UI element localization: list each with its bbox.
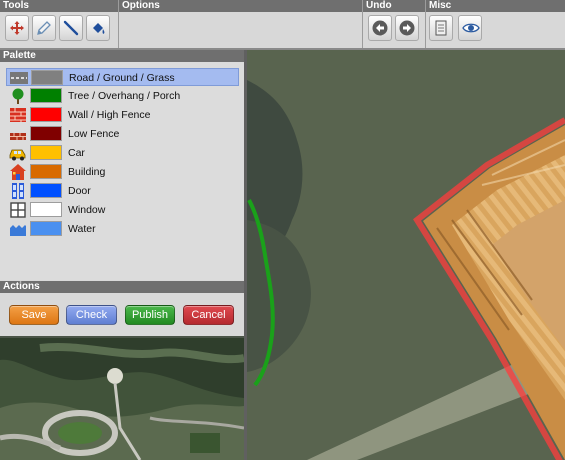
palette-item-water[interactable]: Water: [6, 220, 239, 238]
palette-item-label: Wall / High Fence: [68, 109, 151, 121]
palette-item-label: Tree / Overhang / Porch: [68, 90, 181, 102]
palette-panel: Palette Road / Ground / Grass Tree / Ove…: [0, 50, 247, 336]
view-button[interactable]: [458, 15, 482, 41]
palette-item-label: Car: [68, 147, 85, 159]
move-arrows-icon: [10, 21, 24, 35]
document-icon: [435, 20, 447, 36]
line-tool-button[interactable]: [59, 15, 83, 41]
pencil-tool-button[interactable]: [32, 15, 56, 41]
tools-section: Tools: [0, 0, 119, 48]
palette-item-door[interactable]: Door: [6, 182, 239, 200]
redo-arrow-icon: [399, 20, 415, 36]
cancel-button[interactable]: Cancel: [183, 305, 234, 325]
minimap[interactable]: [0, 338, 244, 460]
undo-section: Undo: [363, 0, 426, 48]
publish-button[interactable]: Publish: [125, 305, 175, 325]
palette-list: Road / Ground / Grass Tree / Overhang / …: [0, 62, 244, 280]
options-section-title: Options: [119, 0, 362, 12]
undo-section-title: Undo: [363, 0, 425, 12]
pencil-icon: [37, 21, 51, 35]
move-tool-button[interactable]: [5, 15, 29, 41]
palette-swatch: [30, 164, 62, 179]
palette-item-window[interactable]: Window: [6, 201, 239, 219]
eye-icon: [462, 23, 480, 33]
undo-button[interactable]: [368, 15, 392, 41]
misc-section-title: Misc: [426, 0, 565, 12]
water-icon: [10, 225, 26, 236]
low-fence-icon: [10, 133, 26, 140]
undo-arrow-icon: [372, 20, 388, 36]
fill-tool-button[interactable]: [86, 15, 110, 41]
palette-swatch: [31, 70, 63, 85]
redo-button[interactable]: [395, 15, 419, 41]
toolbar: Tools Options Undo Misc: [0, 0, 565, 50]
palette-swatch: [30, 202, 62, 217]
check-button[interactable]: Check: [66, 305, 117, 325]
palette-item-label: Low Fence: [68, 128, 120, 140]
tree-icon: [12, 88, 24, 104]
line-icon: [63, 20, 79, 36]
document-button[interactable]: [429, 15, 453, 41]
palette-swatch: [30, 145, 62, 160]
car-icon: [9, 149, 26, 161]
options-section: Options: [119, 0, 363, 48]
palette-swatch: [30, 88, 62, 103]
palette-title: Palette: [0, 50, 244, 62]
palette-item-label: Building: [68, 166, 106, 178]
satellite-annotation-canvas: [247, 50, 565, 460]
paint-bucket-icon: [93, 23, 105, 34]
actions-title: Actions: [0, 281, 247, 293]
palette-swatch: [30, 107, 62, 122]
brick-wall-icon: [10, 108, 26, 122]
palette-item-label: Road / Ground / Grass: [69, 72, 175, 84]
palette-item-label: Water: [68, 223, 96, 235]
save-button[interactable]: Save: [9, 305, 59, 325]
palette-swatch: [30, 126, 62, 141]
palette-swatch: [30, 221, 62, 236]
palette-item-road[interactable]: Road / Ground / Grass: [6, 68, 239, 86]
palette-item-wall[interactable]: Wall / High Fence: [6, 106, 239, 124]
palette-item-building[interactable]: Building: [6, 163, 239, 181]
palette-item-label: Window: [68, 204, 106, 216]
palette-item-car[interactable]: Car: [6, 144, 239, 162]
tools-section-title: Tools: [0, 0, 118, 12]
road-icon: [10, 72, 28, 84]
house-icon: [10, 164, 26, 180]
palette-swatch: [30, 183, 62, 198]
palette-item-low-fence[interactable]: Low Fence: [6, 125, 239, 143]
palette-item-tree[interactable]: Tree / Overhang / Porch: [6, 87, 239, 105]
door-icon: [12, 183, 24, 199]
palette-item-label: Door: [68, 185, 91, 197]
window-icon: [10, 202, 26, 218]
misc-section: Misc: [426, 0, 565, 48]
map-canvas[interactable]: [247, 50, 565, 460]
minimap-satellite-image: [0, 338, 244, 460]
